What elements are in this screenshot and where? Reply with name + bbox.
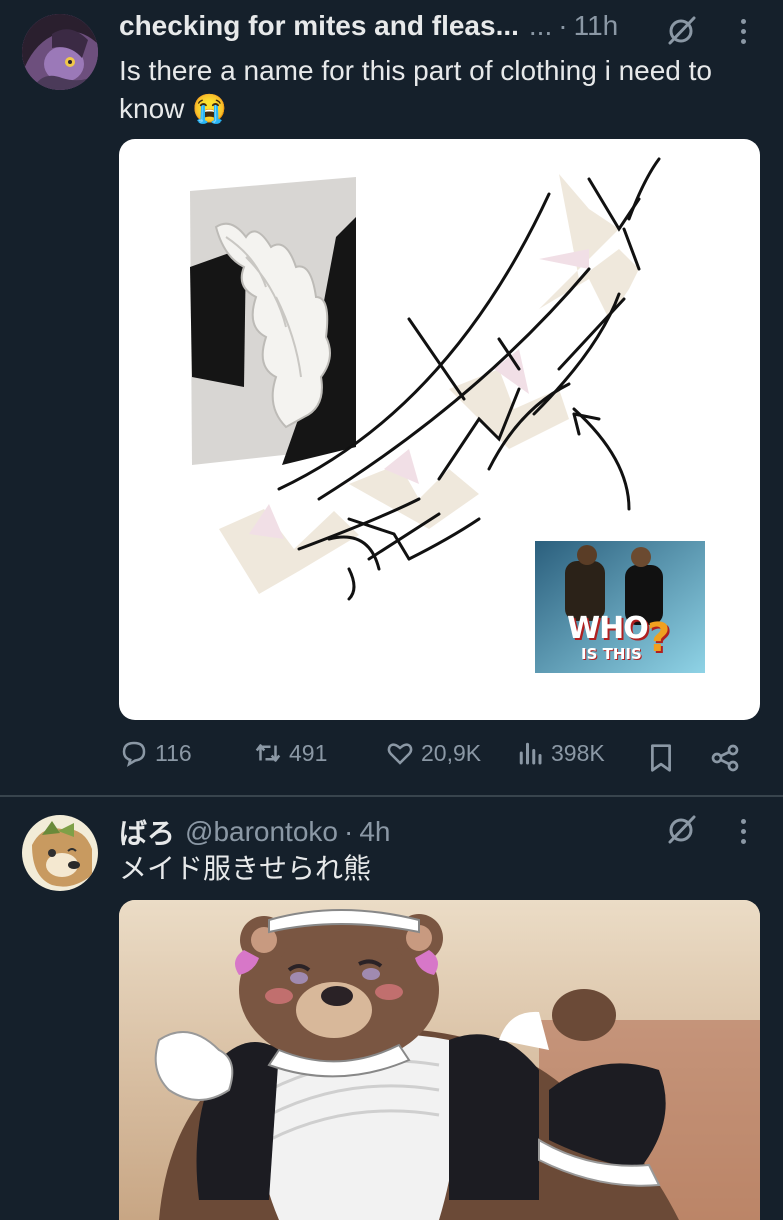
thumbnail-caption-mark: ? — [647, 615, 671, 661]
reply-count: 116 — [155, 739, 192, 766]
tweet-text: Is there a name for this part of clothin… — [119, 55, 713, 124]
crying-emoji: 😭 — [192, 93, 228, 124]
grok-icon[interactable] — [666, 14, 698, 46]
more-icon[interactable] — [738, 819, 748, 844]
thumbnail-caption-line1: WHO — [567, 611, 649, 646]
who-is-this-thumbnail: WHO IS THIS ? — [535, 541, 705, 673]
tweet-text: メイド服きせられ熊 — [119, 852, 372, 885]
thumbnail-caption-line2: IS THIS — [581, 645, 642, 663]
tweet-header: ばろ @barontoko · 4h — [119, 812, 390, 852]
repost-icon — [255, 744, 281, 762]
separator: · — [558, 10, 568, 41]
timestamp[interactable]: 4h — [359, 816, 390, 848]
share-icon[interactable] — [709, 742, 741, 774]
handle[interactable]: @barontoko — [185, 816, 338, 848]
tweet-header: checking for mites and fleas... ... · 11… — [119, 10, 618, 42]
like-icon — [387, 743, 413, 765]
like-count: 20,9K — [421, 739, 482, 766]
repost-count: 491 — [289, 739, 328, 766]
views-count: 398K — [551, 739, 605, 766]
bookmark-icon[interactable] — [646, 742, 676, 774]
repost-button[interactable]: 491 — [253, 738, 327, 768]
tweet[interactable]: checking for mites and fleas... ... · 11… — [0, 0, 783, 795]
avatar[interactable] — [22, 14, 98, 90]
tweet-image[interactable] — [119, 900, 760, 1220]
tweet-image[interactable]: WHO IS THIS ? — [119, 139, 760, 720]
display-name[interactable]: checking for mites and fleas... — [119, 10, 519, 42]
grok-icon[interactable] — [666, 813, 698, 845]
action-bar: 116 491 20,9K 398K — [119, 738, 749, 778]
like-button[interactable]: 20,9K — [385, 738, 481, 768]
display-name[interactable]: ばろ — [119, 812, 175, 852]
views-icon — [519, 742, 542, 765]
views-button[interactable]: 398K — [515, 738, 605, 768]
avatar[interactable] — [22, 815, 98, 891]
reply-button[interactable]: 116 — [119, 738, 192, 768]
timestamp[interactable]: 11h — [574, 10, 619, 42]
divider — [0, 795, 783, 797]
handle[interactable]: ... — [529, 10, 552, 42]
more-icon[interactable] — [738, 19, 748, 44]
reply-icon — [122, 741, 146, 767]
separator: · — [343, 816, 354, 847]
